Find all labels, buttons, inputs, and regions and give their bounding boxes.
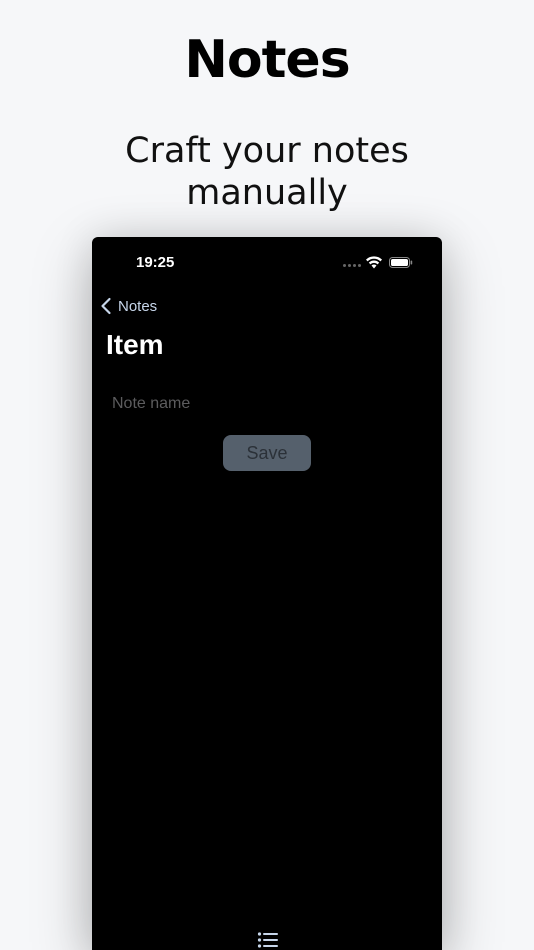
promo-subtitle: Craft your notes manually — [125, 131, 409, 213]
signal-dots-icon — [343, 264, 361, 267]
promo-title: Notes — [184, 30, 350, 90]
list-icon[interactable] — [257, 930, 279, 950]
chevron-left-icon — [101, 297, 111, 315]
phone-screen: 19:25 Notes Item Save — [92, 237, 442, 950]
save-button[interactable]: Save — [223, 435, 311, 471]
wifi-icon — [366, 256, 382, 269]
page-title: Item — [106, 329, 164, 360]
promo-page: Notes Craft your notes manually 19:25 No… — [0, 0, 534, 950]
back-button[interactable]: Notes — [100, 295, 157, 317]
back-label: Notes — [118, 297, 158, 315]
battery-icon — [389, 257, 413, 268]
status-time: 19:25 — [136, 254, 175, 271]
note-name-input[interactable] — [110, 390, 424, 418]
